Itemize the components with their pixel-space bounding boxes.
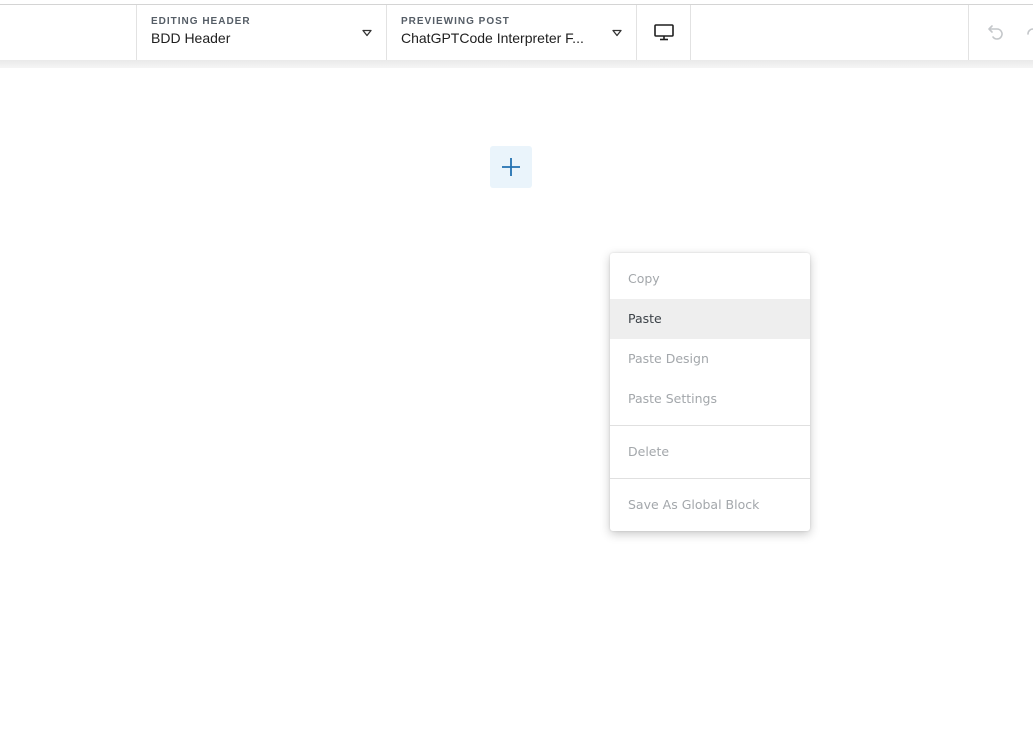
builder-toolbar: EDITING HEADER BDD Header PREVIEWING POS… (0, 4, 1033, 60)
menu-item-paste-design[interactable]: Paste Design (610, 339, 810, 379)
previewing-post-label: PREVIEWING POST (401, 16, 510, 27)
redo-icon[interactable] (1026, 22, 1033, 42)
menu-item-paste-settings[interactable]: Paste Settings (610, 379, 810, 419)
menu-item-delete[interactable]: Delete (610, 432, 810, 472)
chevron-down-icon (362, 29, 372, 37)
editing-header-selector[interactable]: EDITING HEADER BDD Header (136, 5, 387, 60)
left-toolbar-area (0, 5, 137, 60)
menu-item-copy[interactable]: Copy (610, 259, 810, 299)
plus-icon (502, 158, 520, 176)
menu-item-save-as-global-block[interactable]: Save As Global Block (610, 485, 810, 525)
add-block-button[interactable] (490, 146, 532, 188)
menu-divider (610, 425, 810, 426)
device-preview-button[interactable] (636, 5, 691, 60)
previewing-post-value: ChatGPTCode Interpreter F... (401, 30, 584, 46)
editing-header-value: BDD Header (151, 30, 231, 46)
menu-item-paste[interactable]: Paste (610, 299, 810, 339)
undo-icon[interactable] (986, 22, 1006, 42)
editing-header-label: EDITING HEADER (151, 16, 251, 27)
menu-divider (610, 478, 810, 479)
desktop-icon (654, 24, 674, 41)
toolbar-shadow (0, 60, 1033, 68)
previewing-post-selector[interactable]: PREVIEWING POST ChatGPTCode Interpreter … (386, 5, 637, 60)
chevron-down-icon (612, 29, 622, 37)
undo-redo-area (968, 5, 1033, 60)
context-menu: Copy Paste Paste Design Paste Settings D… (610, 253, 810, 531)
